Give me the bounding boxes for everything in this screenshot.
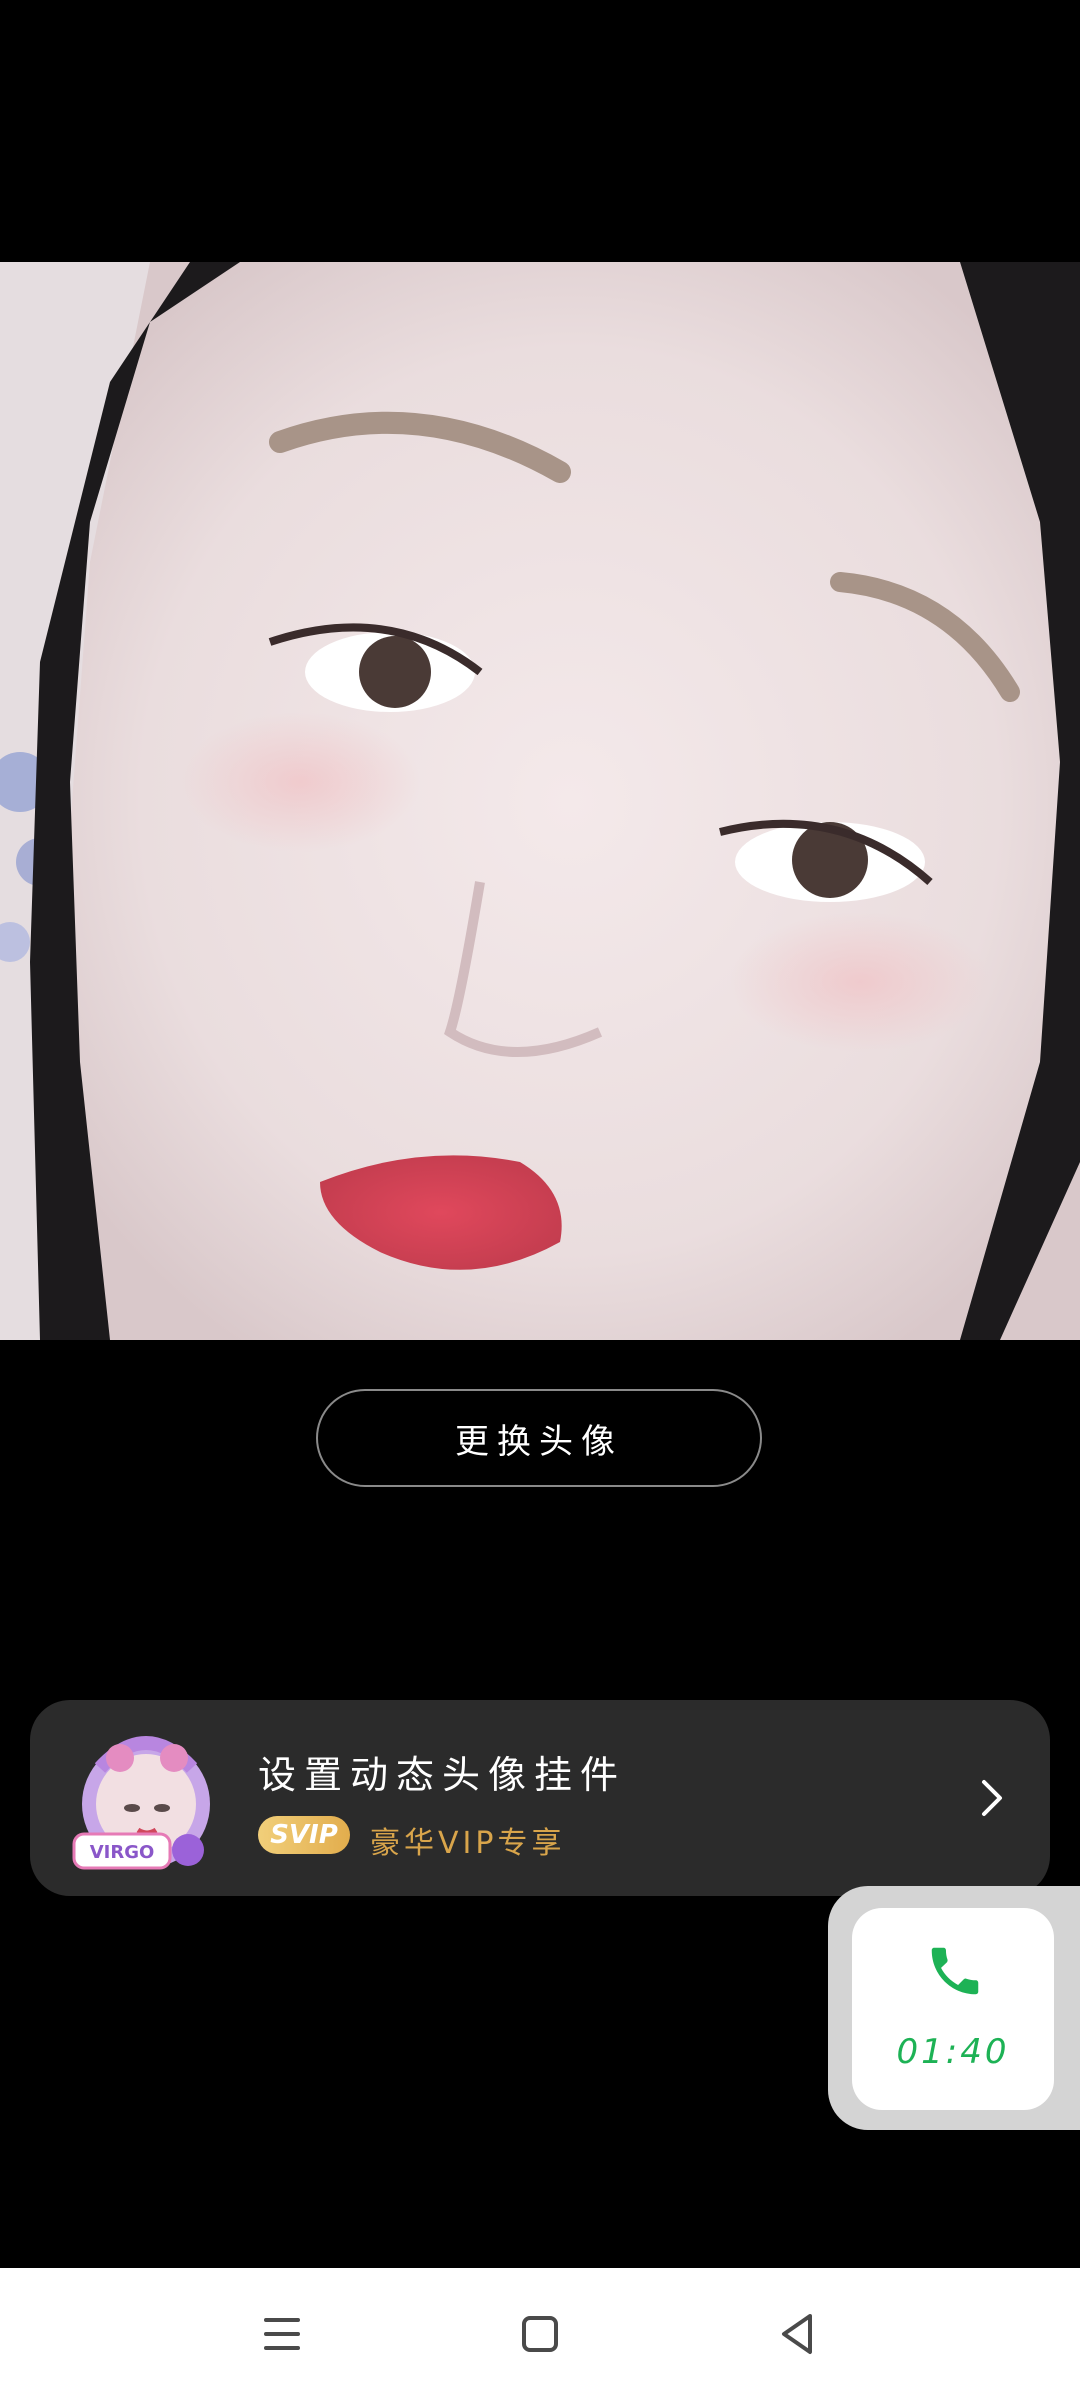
chevron-right-icon — [982, 1780, 1002, 1816]
virgo-pendant-thumbnail: VIRGO — [72, 1736, 210, 1870]
change-avatar-button-label: 更换头像 — [455, 1421, 623, 1462]
pendant-title: 设置动态头像挂件 — [258, 1753, 627, 1797]
call-widget-inner[interactable]: 01:40 — [852, 1908, 1054, 2110]
home-square-icon[interactable] — [510, 2304, 570, 2364]
avatar-portrait-illustration — [0, 262, 1080, 1340]
svip-badge: SVIP — [258, 1816, 350, 1854]
avatar-photo[interactable] — [0, 262, 1080, 1340]
floating-call-widget[interactable]: 01:40 — [828, 1886, 1080, 2130]
change-avatar-button[interactable]: 更换头像 — [316, 1389, 762, 1487]
phone-icon — [931, 1947, 979, 1995]
vip-exclusive-label: 豪华VIP专享 — [370, 1826, 566, 1861]
back-triangle-icon[interactable] — [768, 2304, 828, 2364]
svg-text:VIRGO: VIRGO — [90, 1842, 155, 1863]
menu-icon[interactable] — [252, 2304, 312, 2364]
system-navigation-bar — [0, 2268, 1080, 2400]
call-timer: 01:40 — [896, 2032, 1010, 2072]
dynamic-avatar-pendant-card[interactable]: VIRGO 设置动态头像挂件 SVIP 豪华VIP专享 — [30, 1700, 1050, 1896]
